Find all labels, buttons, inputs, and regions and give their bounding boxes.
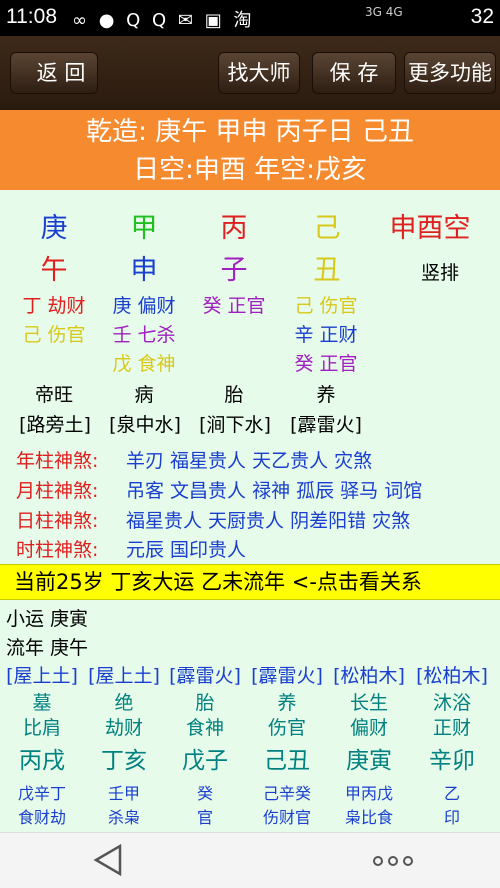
luck-god-4: 偏财 <box>349 717 388 739</box>
hidden-day-1: 癸 正官 <box>202 295 266 317</box>
android-nav-bar <box>0 832 500 888</box>
luck-phase-4: 长生 <box>349 692 388 714</box>
nayin-day: [涧下水] <box>199 414 271 436</box>
luck-god-1: 劫财 <box>104 717 143 739</box>
luck-hidden-3: 己辛癸 <box>262 784 311 803</box>
luck-ganzhi-5[interactable]: 辛卯 <box>410 741 494 775</box>
menu-dots-icon[interactable] <box>372 855 414 867</box>
luck-phase-0: 墓 <box>32 692 52 714</box>
luck-god-5: 正财 <box>432 717 471 739</box>
phase-hour: 养 <box>316 384 336 406</box>
luck-hidden-god-3: 伤财官 <box>262 808 311 827</box>
notification-icons: ∞ ● Q Q ✉ ▣ 淘 <box>72 10 255 31</box>
find-master-button[interactable]: 找大师 <box>218 52 300 94</box>
phase-year: 帝旺 <box>34 384 73 406</box>
shensha-label-day: 日柱神煞: <box>16 510 99 532</box>
luck-nayin-1: [屋上土] <box>88 665 160 687</box>
back-triangle-icon[interactable] <box>93 843 123 877</box>
nayin-year: [路旁土] <box>19 414 91 436</box>
bazi-content: 庚 甲 丙 己 申酉空 午 申 子 丑 竖排 丁 劫财 己 伤官 庚 偏财 壬 … <box>0 190 500 832</box>
hidden-month-2: 壬 七杀 <box>112 324 176 346</box>
hidden-hour-2: 辛 正财 <box>294 324 358 346</box>
luck-god-2: 食神 <box>185 717 224 739</box>
phase-month: 病 <box>134 384 154 406</box>
current-luck-bar[interactable]: 当前25岁 丁亥大运 乙未流年 <-点击看关系 <box>0 564 500 600</box>
luck-god-3: 伤官 <box>267 717 306 739</box>
phase-day: 胎 <box>224 384 244 406</box>
stem-year: 庚 <box>40 213 68 244</box>
hidden-year-2: 己 伤官 <box>22 324 86 346</box>
branch-hour: 丑 <box>313 255 341 286</box>
clock: 11:08 <box>6 5 57 28</box>
luck-ganzhi-1[interactable]: 丁亥 <box>82 741 166 775</box>
top-toolbar: 返 回 找大师 保 存 更多功能 <box>0 36 500 110</box>
luck-ganzhi-2[interactable]: 戊子 <box>163 741 247 775</box>
luck-nayin-3: [霹雷火] <box>251 665 323 687</box>
hidden-month-3: 戊 食神 <box>112 353 176 375</box>
luck-hidden-5: 乙 <box>443 784 460 803</box>
luck-hidden-1: 壬甲 <box>107 784 140 803</box>
luck-ganzhi-4[interactable]: 庚寅 <box>327 741 411 775</box>
shensha-value-day: 福星贵人 天厨贵人 阴差阳错 灾煞 <box>126 510 411 532</box>
hidden-year-1: 丁 劫财 <box>22 295 86 317</box>
branch-day: 子 <box>220 255 248 286</box>
layout-toggle[interactable]: 竖排 <box>410 258 470 285</box>
shensha-label-month: 月柱神煞: <box>16 480 99 502</box>
luck-phase-2: 胎 <box>195 692 215 714</box>
stem-hour: 己 <box>313 213 341 244</box>
luck-ganzhi-3[interactable]: 己丑 <box>245 741 329 775</box>
branch-year: 午 <box>40 255 68 286</box>
luck-hidden-god-5: 印 <box>443 808 460 827</box>
back-button[interactable]: 返 回 <box>10 52 98 94</box>
xiaoyun-line: 小运 庚寅 <box>6 608 89 630</box>
shensha-label-hour: 时柱神煞: <box>16 539 99 561</box>
battery-level: 32 <box>470 5 494 28</box>
branch-month: 申 <box>130 255 158 286</box>
luck-nayin-5: [松柏木] <box>416 665 488 687</box>
luck-phase-1: 绝 <box>114 692 134 714</box>
liunian-line: 流年 庚午 <box>6 637 89 659</box>
save-button[interactable]: 保 存 <box>312 52 396 94</box>
hidden-hour-1: 己 伤官 <box>294 295 358 317</box>
network-indicator: 3G 4G <box>365 5 403 19</box>
hidden-month-1: 庚 偏财 <box>112 295 176 317</box>
luck-god-0: 比肩 <box>22 717 61 739</box>
shensha-value-year: 羊刃 福星贵人 天乙贵人 灾煞 <box>126 450 373 472</box>
kong-label: 申酉空 <box>389 213 471 244</box>
nayin-hour: [霹雷火] <box>290 414 362 436</box>
hidden-hour-3: 癸 正官 <box>294 353 358 375</box>
stem-month: 甲 <box>130 213 158 244</box>
nayin-month: [泉中水] <box>109 414 181 436</box>
luck-nayin-2: [霹雷火] <box>169 665 241 687</box>
luck-phase-3: 养 <box>277 692 297 714</box>
shensha-value-hour: 元辰 国印贵人 <box>126 539 247 561</box>
luck-hidden-god-4: 枭比食 <box>344 808 393 827</box>
luck-nayin-4: [松柏木] <box>333 665 405 687</box>
luck-hidden-god-2: 官 <box>196 808 213 827</box>
luck-hidden-0: 戊辛丁 <box>17 784 66 803</box>
chart-banner: 乾造: 庚午 甲申 丙子日 己丑 日空:申酉 年空:戌亥 <box>0 110 500 190</box>
more-functions-button[interactable]: 更多功能 <box>404 52 496 94</box>
luck-nayin-0: [屋上土] <box>6 665 78 687</box>
luck-hidden-2: 癸 <box>196 784 213 803</box>
status-bar: 11:08 ∞ ● Q Q ✉ ▣ 淘 3G 4G 32 <box>0 0 500 36</box>
luck-phase-5: 沐浴 <box>432 692 471 714</box>
luck-hidden-4: 甲丙戊 <box>344 784 393 803</box>
luck-hidden-god-1: 杀枭 <box>107 808 140 827</box>
shensha-label-year: 年柱神煞: <box>16 450 99 472</box>
banner-line2: 日空:申酉 年空:戌亥 <box>133 155 367 185</box>
luck-ganzhi-0[interactable]: 丙戌 <box>0 741 84 775</box>
banner-line1: 乾造: 庚午 甲申 丙子日 己丑 <box>86 117 414 147</box>
luck-hidden-god-0: 食财劫 <box>17 808 66 827</box>
shensha-value-month: 吊客 文昌贵人 禄神 孤辰 驿马 词馆 <box>126 480 423 502</box>
stem-day: 丙 <box>220 213 248 244</box>
